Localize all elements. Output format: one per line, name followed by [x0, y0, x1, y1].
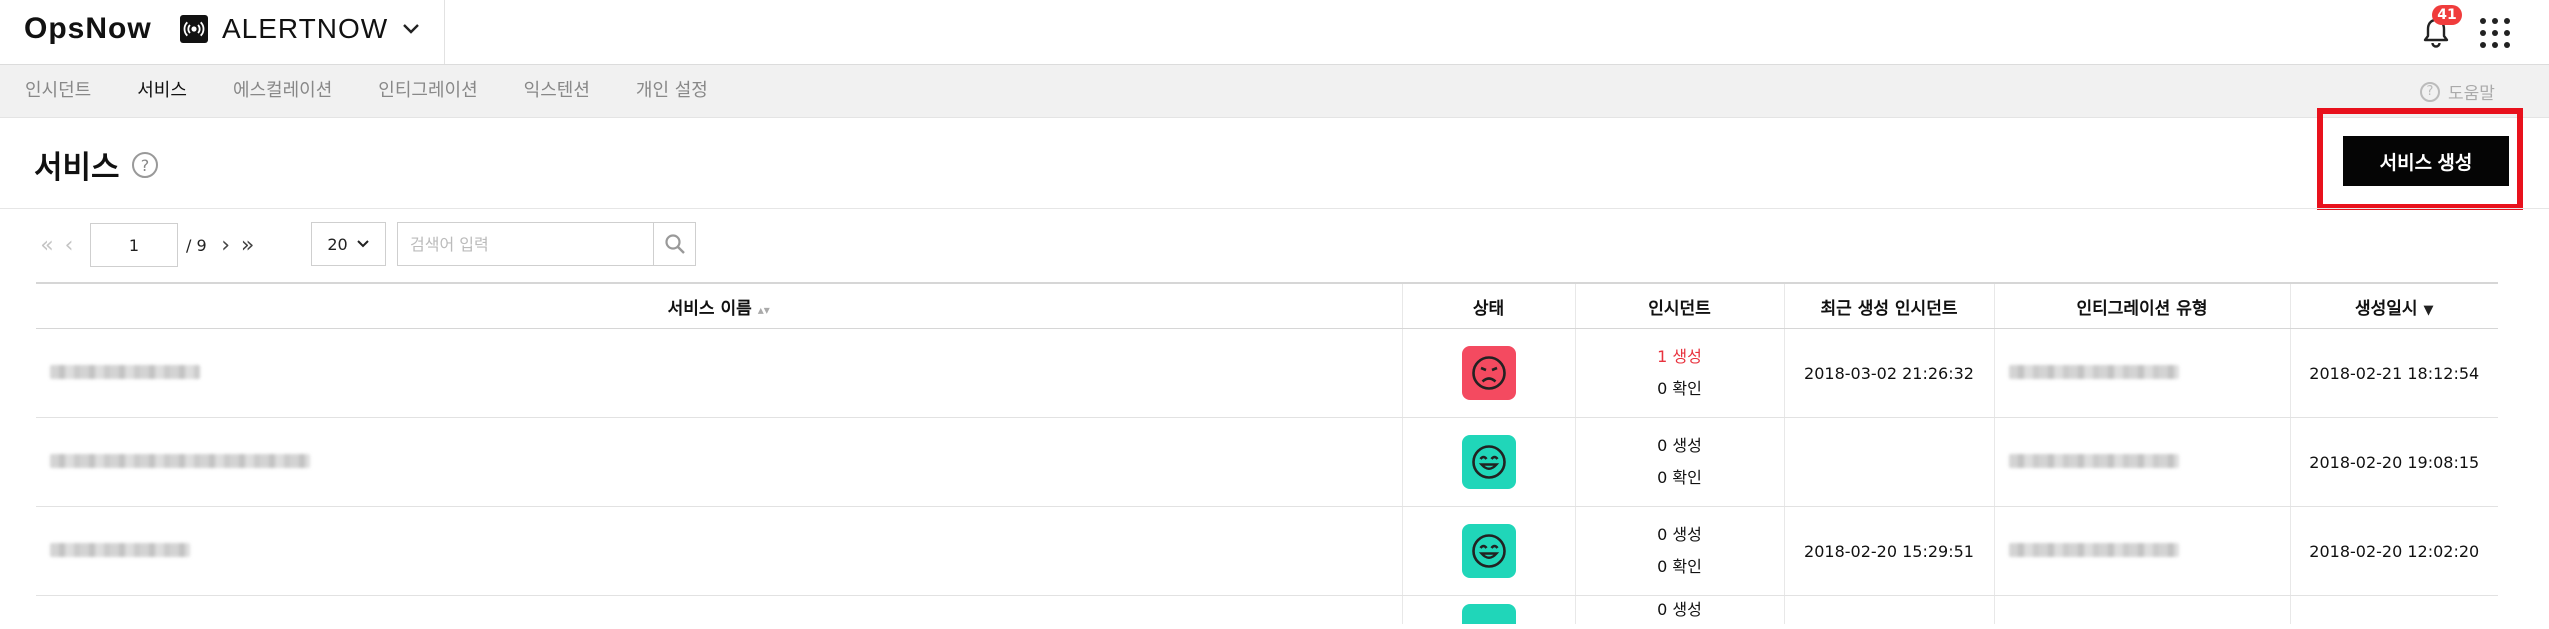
question-icon: ? — [2420, 81, 2440, 102]
column-header-status: 상태 — [1401, 282, 1575, 329]
header-divider — [0, 208, 2549, 209]
redacted-service-name — [50, 542, 190, 557]
redacted-integration-type — [2008, 453, 2179, 468]
redacted-service-name — [50, 453, 310, 468]
apps-grid-icon[interactable] — [2478, 16, 2512, 50]
incident-created-count[interactable]: 1 생성 — [1576, 341, 1784, 373]
service-name-cell[interactable] — [36, 506, 1402, 596]
column-header-service-name[interactable]: 서비스 이름 ▴▾ — [36, 282, 1402, 329]
sad-face-icon — [1461, 346, 1516, 400]
incident-count-cell: 1 생성 0 확인 — [1574, 328, 1784, 418]
first-page-icon[interactable]: « — [36, 233, 58, 258]
incident-created-count[interactable]: 0 생성 — [1576, 519, 1784, 551]
integration-type-cell — [1993, 328, 2290, 418]
page-size-value: 20 — [327, 234, 348, 254]
top-bar: OpsNow ALERTNOW 41 — [0, 0, 2549, 65]
page-size-select[interactable]: 20 — [311, 222, 386, 266]
incident-count-cell: 0 생성 0 확인 — [1574, 506, 1784, 596]
latest-incident-cell — [1783, 595, 1994, 624]
status-cell — [1401, 595, 1575, 624]
incident-ack-count[interactable]: 0 확인 — [1576, 551, 1784, 583]
sort-desc-icon: ▼ — [2423, 302, 2434, 318]
latest-incident-cell: 2018-02-20 15:29:51 — [1783, 506, 1994, 596]
page-number-input[interactable] — [90, 223, 178, 267]
chevron-down-icon — [403, 24, 420, 34]
prev-page-icon[interactable]: ‹ — [58, 233, 80, 258]
nav-item-personal-settings[interactable]: 개인 설정 — [636, 65, 708, 117]
service-name-cell[interactable] — [36, 328, 1402, 418]
incident-ack-count[interactable]: 0 확인 — [1576, 373, 1784, 405]
search-button[interactable] — [653, 223, 696, 265]
integration-type-cell — [1993, 417, 2290, 507]
redacted-integration-type — [2008, 542, 2179, 557]
service-name-cell[interactable] — [36, 417, 1402, 507]
happy-face-icon — [1461, 435, 1516, 489]
table-row[interactable]: 0 생성 — [36, 595, 2498, 625]
latest-incident-cell — [1783, 417, 1994, 507]
search-box — [397, 222, 696, 266]
pagination: « ‹ / 9 › » — [36, 222, 259, 268]
incident-created-count[interactable]: 0 생성 — [1576, 600, 1784, 620]
service-name-cell[interactable] — [36, 596, 1402, 625]
column-header-latest-incident: 최근 생성 인시던트 — [1783, 282, 1994, 329]
nav-item-services[interactable]: 서비스 — [137, 65, 187, 117]
created-at-cell: 2018-02-21 18:12:54 — [2289, 328, 2498, 418]
column-header-integration-type: 인티그레이션 유형 — [1993, 282, 2290, 329]
incident-created-count[interactable]: 0 생성 — [1576, 430, 1784, 462]
created-at-cell: 2018-02-20 19:08:15 — [2289, 417, 2498, 507]
help-label: 도움말 — [2448, 84, 2495, 104]
help-link[interactable]: ? 도움말 — [2420, 79, 2495, 104]
product-name: ALERTNOW — [222, 13, 389, 44]
page-title: 서비스 — [34, 150, 120, 186]
column-header-incidents: 인시던트 — [1574, 282, 1784, 329]
create-service-button[interactable]: 서비스 생성 — [2343, 136, 2509, 186]
services-table: 서비스 이름 ▴▾ 상태 인시던트 최근 생성 인시던트 인티그레이션 유형 생성… — [36, 282, 2498, 624]
integration-type-cell — [1993, 506, 2290, 596]
nav-item-extension[interactable]: 익스텐션 — [524, 65, 590, 117]
table-row[interactable]: 0 생성 0 확인 2018-02-20 15:29:51 2018-02-20… — [36, 506, 2498, 596]
chevron-down-icon — [356, 240, 369, 248]
table-row[interactable]: 0 생성 0 확인 2018-02-20 19:08:15 — [36, 417, 2498, 507]
page-total: / 9 — [186, 235, 207, 255]
broadcast-icon — [180, 15, 208, 43]
notification-badge[interactable]: 41 — [2432, 5, 2462, 25]
nav-item-incidents[interactable]: 인시던트 — [25, 65, 91, 117]
incident-count-cell: 0 생성 — [1574, 595, 1784, 624]
column-header-created-at[interactable]: 생성일시 ▼ — [2289, 282, 2498, 329]
topbar-divider — [444, 0, 445, 64]
happy-face-icon — [1461, 604, 1516, 624]
created-at-cell — [2289, 595, 2498, 624]
next-page-icon[interactable]: › — [215, 233, 237, 258]
sort-icon: ▴▾ — [757, 302, 770, 317]
product-switcher[interactable]: ALERTNOW — [180, 13, 420, 45]
redacted-integration-type — [2008, 364, 2179, 379]
redacted-service-name — [50, 364, 200, 379]
table-row[interactable]: 1 생성 0 확인 2018-03-02 21:26:32 2018-02-21… — [36, 328, 2498, 418]
latest-incident-cell: 2018-03-02 21:26:32 — [1783, 328, 1994, 418]
last-page-icon[interactable]: » — [237, 233, 259, 258]
status-cell — [1401, 328, 1575, 418]
main-nav: 인시던트 서비스 에스컬레이션 인티그레이션 익스텐션 개인 설정 ? 도움말 — [0, 65, 2549, 118]
table-header-row: 서비스 이름 ▴▾ 상태 인시던트 최근 생성 인시던트 인티그레이션 유형 생성… — [36, 282, 2498, 329]
integration-type-cell — [1993, 595, 2290, 624]
status-cell — [1401, 506, 1575, 596]
search-input[interactable] — [398, 223, 653, 265]
incident-count-cell: 0 생성 0 확인 — [1574, 417, 1784, 507]
question-icon[interactable]: ? — [132, 152, 158, 178]
created-at-cell: 2018-02-20 12:02:20 — [2289, 506, 2498, 596]
opsnow-logo[interactable]: OpsNow — [24, 12, 152, 46]
incident-ack-count[interactable]: 0 확인 — [1576, 462, 1784, 494]
happy-face-icon — [1461, 524, 1516, 578]
nav-item-escalation[interactable]: 에스컬레이션 — [233, 65, 332, 117]
search-icon — [665, 234, 685, 254]
status-cell — [1401, 417, 1575, 507]
nav-item-integration[interactable]: 인티그레이션 — [378, 65, 477, 117]
